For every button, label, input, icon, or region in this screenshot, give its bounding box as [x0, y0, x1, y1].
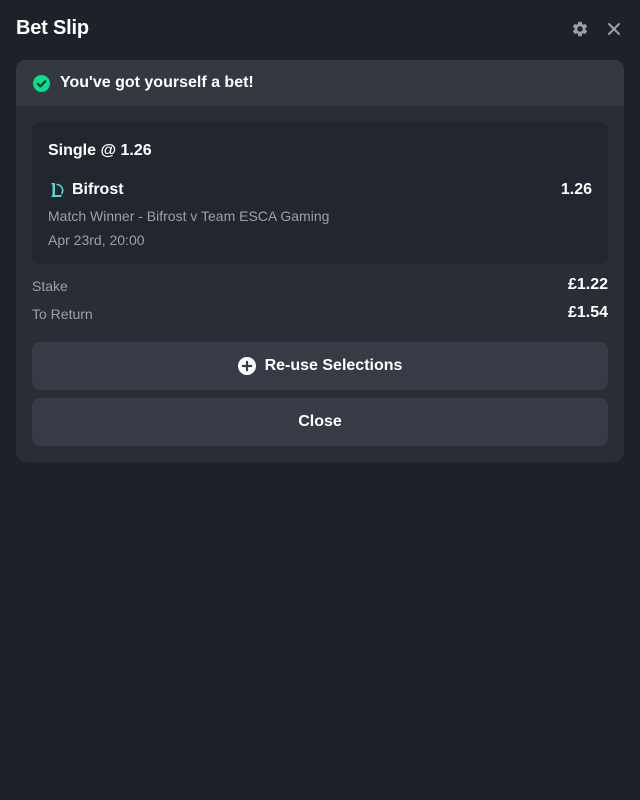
header-actions [570, 19, 624, 39]
page-title: Bet Slip [16, 17, 89, 39]
plus-circle-icon [237, 357, 256, 375]
close-button-label: Close [298, 413, 342, 430]
market-description: Match Winner - Bifrost v Team ESCA Gamin… [48, 208, 330, 224]
selection-name: Bifrost [72, 181, 124, 198]
league-of-legends-icon [48, 181, 66, 199]
stake-label: Stake [32, 278, 68, 294]
bet-slip-header: Bet Slip [0, 0, 640, 60]
stake-row: Stake £1.22 [32, 276, 608, 296]
bet-details: Single @ 1.26 Bifrost 1.26 Match Winner … [32, 122, 608, 264]
event-start-time: Apr 23rd, 20:00 [48, 232, 145, 248]
gear-icon[interactable] [570, 19, 590, 39]
close-button[interactable]: Close [32, 398, 608, 446]
selection-row: Bifrost 1.26 [48, 180, 592, 200]
selection-odds: 1.26 [560, 181, 592, 198]
bet-type-label: Single @ 1.26 [48, 142, 152, 159]
return-row: To Return £1.54 [32, 304, 608, 324]
bet-confirmation-card: You've got yourself a bet! Single @ 1.26… [16, 60, 624, 462]
reuse-selections-button[interactable]: Re-use Selections [32, 342, 608, 390]
close-icon[interactable] [604, 19, 624, 39]
reuse-selections-label: Re-use Selections [264, 357, 403, 374]
return-value: £1.54 [567, 304, 608, 321]
return-label: To Return [32, 306, 93, 322]
check-circle-icon [33, 74, 50, 92]
confirmation-message: You've got yourself a bet! [60, 74, 254, 91]
confirmation-banner: You've got yourself a bet! [16, 60, 624, 106]
stake-value: £1.22 [567, 276, 608, 293]
